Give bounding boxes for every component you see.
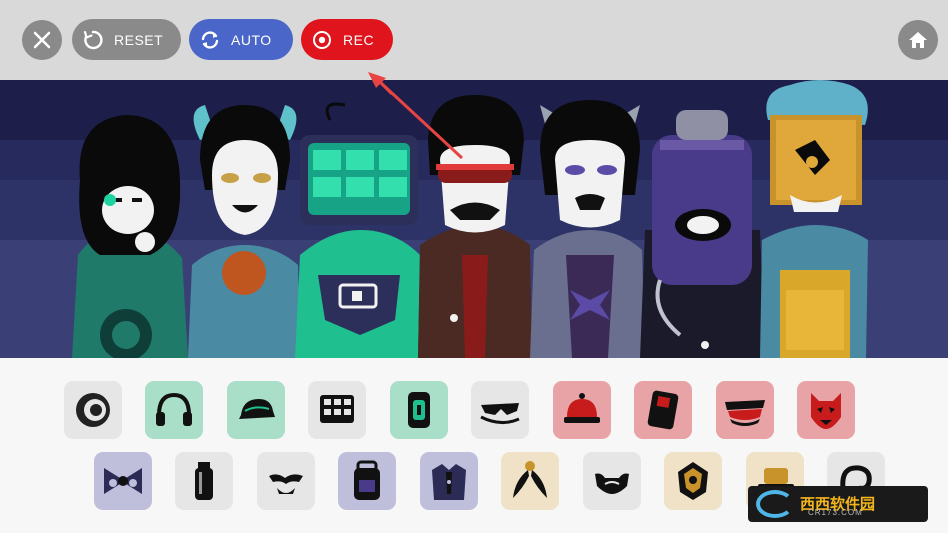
top-toolbar: RESET AUTO REC <box>0 0 948 80</box>
tile-feathers[interactable] <box>501 452 559 510</box>
tile-headphones[interactable] <box>145 381 203 439</box>
reset-icon <box>82 29 104 51</box>
beard-icon <box>595 473 629 494</box>
phone-icon <box>408 392 430 428</box>
auto-cycle-icon <box>199 29 221 51</box>
tile-mask[interactable] <box>664 452 722 510</box>
device-icon <box>647 390 679 430</box>
close-icon <box>33 31 51 49</box>
tile-backpack[interactable] <box>338 452 396 510</box>
arrow-head <box>368 72 394 96</box>
home-icon <box>909 32 927 48</box>
tile-cap[interactable] <box>227 381 285 439</box>
auto-label: AUTO <box>231 31 272 48</box>
bell-icon <box>564 393 600 423</box>
tile-beard[interactable] <box>583 452 641 510</box>
tile-mustache[interactable] <box>257 452 315 510</box>
jacket-icon <box>432 464 466 500</box>
backpack-icon <box>354 460 380 500</box>
record-icon <box>311 29 333 51</box>
feathers-icon <box>513 461 547 498</box>
tile-lips[interactable] <box>716 381 774 439</box>
sunglasses-icon <box>480 403 520 424</box>
cap-icon <box>239 399 275 419</box>
close-button[interactable] <box>22 20 62 60</box>
grid-screen-icon <box>320 395 354 423</box>
reset-label: RESET <box>114 31 164 48</box>
tile-sunglasses[interactable] <box>471 381 529 439</box>
cat-mask-icon <box>811 393 841 429</box>
character-6[interactable] <box>640 110 765 358</box>
tile-grid[interactable] <box>308 381 366 439</box>
tile-bottle[interactable] <box>175 452 233 510</box>
home-button[interactable] <box>898 20 938 60</box>
mask-icon <box>678 462 708 500</box>
headphones-icon <box>156 392 192 426</box>
bottle-icon <box>195 462 213 500</box>
lips-icon <box>725 400 765 426</box>
rec-label: REC <box>343 31 375 48</box>
tile-phone[interactable] <box>390 381 448 439</box>
swirl-sound-icon <box>76 393 110 427</box>
watermark-logo-icon <box>756 490 794 518</box>
tile-bowtie[interactable] <box>94 452 152 510</box>
tile-bell[interactable] <box>553 381 611 439</box>
tile-jacket[interactable] <box>420 452 478 510</box>
bowtie-icon <box>104 468 142 494</box>
rec-button[interactable]: REC <box>301 19 393 60</box>
character-stage <box>0 80 948 358</box>
reset-button[interactable]: RESET <box>72 19 181 60</box>
mustache-icon <box>269 474 303 494</box>
tile-swirl[interactable] <box>64 381 122 439</box>
tile-cat-mask[interactable] <box>797 381 855 439</box>
auto-button[interactable]: AUTO <box>189 19 293 60</box>
tile-device[interactable] <box>634 381 692 439</box>
watermark-subtext: CR173.COM <box>808 508 863 517</box>
